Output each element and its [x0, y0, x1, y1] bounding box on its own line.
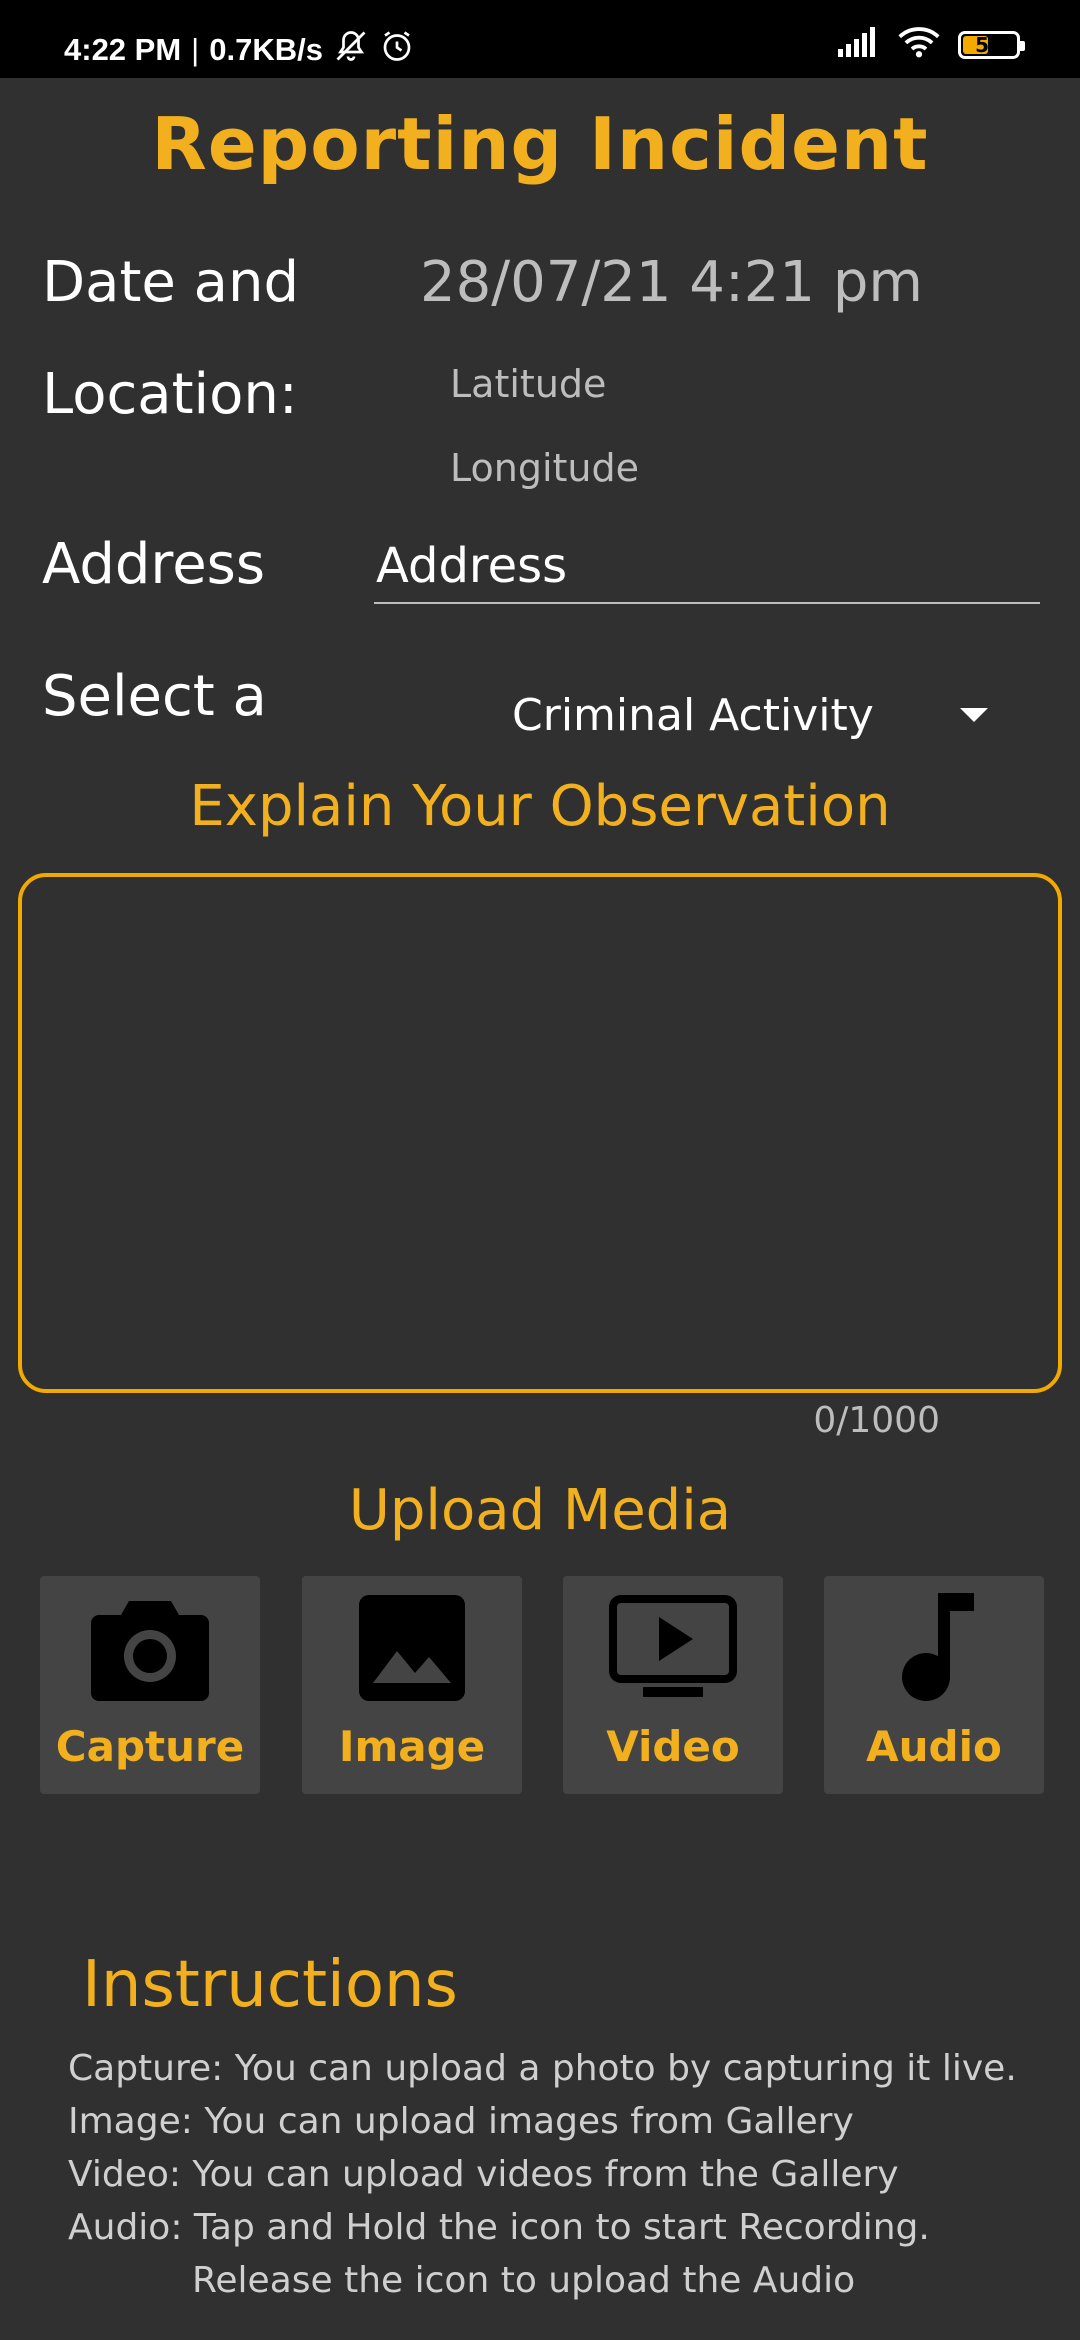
observation-counter: 0/1000	[813, 1400, 940, 1441]
status-right: 52	[838, 26, 1025, 63]
status-speed: 0.7KB/s	[209, 32, 323, 67]
date-value: 28/07/21 4:21 pm	[420, 250, 923, 315]
alarm-icon	[379, 28, 415, 72]
status-left: 4:22 PM | 0.7KB/s	[64, 28, 415, 72]
capture-button[interactable]: Capture	[40, 1576, 260, 1794]
audio-label: Audio	[866, 1722, 1002, 1771]
upload-media-title: Upload Media	[348, 1478, 732, 1543]
camera-icon	[91, 1588, 209, 1708]
image-icon	[359, 1588, 465, 1708]
instruction-line: Image: You can upload images from Galler…	[68, 2101, 854, 2142]
audio-button[interactable]: Audio	[824, 1576, 1044, 1794]
instruction-line: Video: You can upload videos from the Ga…	[68, 2154, 899, 2195]
date-label: Date and	[42, 250, 300, 315]
instruction-line: Audio: Tap and Hold the icon to start Re…	[68, 2207, 930, 2248]
instruction-line: Capture: You can upload a photo by captu…	[68, 2048, 1017, 2089]
instructions-title: Instructions	[82, 1948, 458, 2022]
status-separator: |	[191, 32, 200, 67]
video-label: Video	[606, 1722, 740, 1771]
capture-label: Capture	[55, 1722, 245, 1771]
video-icon	[609, 1588, 737, 1708]
category-value: Criminal Activity	[512, 689, 874, 741]
longitude-field[interactable]: Longitude	[450, 446, 639, 490]
wifi-icon	[898, 26, 940, 63]
observation-title: Explain Your Observation	[189, 774, 891, 839]
dropdown-arrow-icon	[960, 708, 988, 722]
location-label: Location:	[42, 362, 298, 427]
video-button[interactable]: Video	[563, 1576, 783, 1794]
battery-icon: 52	[958, 30, 1025, 59]
observation-textarea[interactable]	[18, 873, 1062, 1393]
music-note-icon	[894, 1588, 974, 1708]
address-label: Address	[42, 532, 266, 597]
status-time: 4:22 PM	[64, 32, 182, 67]
page-title: Reporting Incident	[151, 102, 929, 186]
signal-icon	[838, 27, 880, 62]
category-label: Select a	[42, 664, 267, 729]
mute-icon	[333, 28, 369, 72]
battery-level: 52	[975, 32, 1003, 57]
instruction-line: Release the icon to upload the Audio	[192, 2260, 856, 2301]
image-button[interactable]: Image	[302, 1576, 522, 1794]
image-label: Image	[338, 1722, 486, 1771]
address-input[interactable]: Address	[374, 530, 1040, 604]
latitude-field[interactable]: Latitude	[450, 362, 606, 406]
category-dropdown[interactable]: Criminal Activity	[480, 680, 1000, 750]
